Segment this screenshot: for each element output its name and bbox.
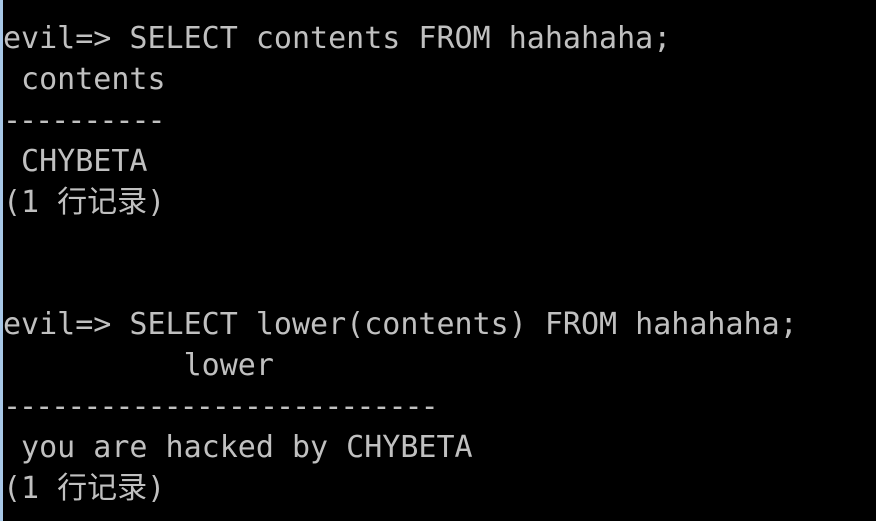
result-value-1: CHYBETA [3,144,148,179]
prompt-line-2: evil=> SELECT lower(contents) FROM hahah… [3,307,798,342]
terminal-window[interactable]: evil=> SELECT contents FROM hahahaha; co… [0,0,876,521]
row-count-1: (1 行记录) [3,185,166,220]
column-header-lower: lower [3,348,274,383]
separator-line-1: ---------- [3,103,164,138]
result-value-2: you are hacked by CHYBETA [3,430,473,465]
separator-line-2: --------------------------- [3,389,437,424]
prompt-line-1: evil=> SELECT contents FROM hahahaha; [3,21,672,56]
column-header-contents: contents [3,62,166,97]
row-count-2: (1 行记录) [3,471,166,506]
